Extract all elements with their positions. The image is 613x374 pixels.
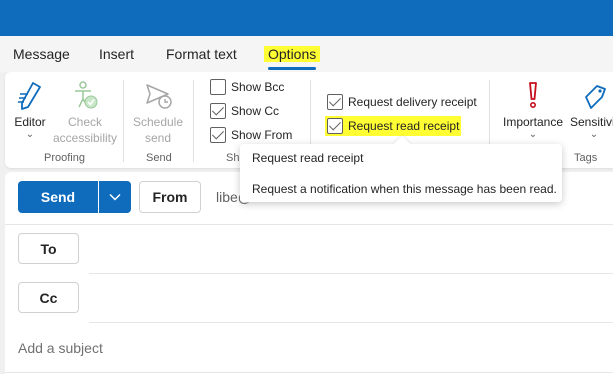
checkbox-checked	[327, 118, 343, 134]
show-from-label: Show From	[231, 128, 293, 142]
editor-icon	[18, 82, 41, 110]
check-accessibility-button[interactable]: Check accessibility	[49, 80, 121, 146]
send-options-dropdown[interactable]	[99, 181, 131, 213]
checkbox-checked	[327, 94, 343, 110]
importance-label: Importance	[502, 115, 564, 129]
schedule-send-button[interactable]: Schedule send	[129, 80, 187, 146]
group-label-show: Sh	[226, 152, 240, 164]
tooltip-description: Request a notification when this message…	[252, 182, 557, 196]
chevron-down-icon	[109, 193, 121, 201]
group-label-proofing: Proofing	[44, 152, 85, 164]
sensitivity-tag-icon	[585, 85, 606, 109]
group-label-send: Send	[146, 152, 172, 164]
sensitivity-label: Sensitivit	[569, 115, 613, 129]
show-cc-label: Show Cc	[231, 104, 280, 118]
to-button[interactable]: To	[18, 233, 79, 264]
divider	[5, 372, 613, 373]
subject-input[interactable]: Add a subject	[18, 340, 103, 356]
divider	[123, 80, 124, 162]
chevron-down-icon: ⌄	[528, 129, 538, 140]
tab-insert[interactable]: Insert	[99, 46, 134, 62]
tooltip-title: Request read receipt	[252, 151, 364, 165]
read-receipt-label: Request read receipt	[348, 119, 460, 133]
send-button[interactable]: Send	[18, 181, 98, 213]
editor-button[interactable]: Editor ⌄	[13, 80, 47, 140]
checkbox-checked	[210, 103, 226, 119]
tab-options[interactable]: Options	[264, 46, 321, 62]
active-tab-indicator	[268, 67, 316, 70]
delivery-receipt-checkbox[interactable]: Request delivery receipt	[327, 92, 477, 112]
schedule-send-label-2: send	[144, 131, 172, 145]
exclamation-icon	[529, 82, 537, 108]
schedule-send-label-1: Schedule	[132, 115, 184, 129]
show-bcc-label: Show Bcc	[231, 80, 285, 94]
check-accessibility-label-1: Check	[67, 115, 102, 129]
cc-button[interactable]: Cc	[18, 282, 79, 313]
ribbon-tabs: Message Insert Format text Options	[0, 36, 613, 72]
schedule-send-icon	[146, 84, 172, 109]
checkbox-unchecked	[210, 79, 226, 95]
chevron-down-icon: ⌄	[589, 129, 599, 140]
divider	[5, 224, 613, 225]
tab-format-text[interactable]: Format text	[166, 46, 237, 62]
compose-pane: Send From libe@ To Cc Add a subject	[5, 172, 613, 374]
read-receipt-tooltip: Request read receipt Request a notificat…	[240, 144, 562, 202]
sensitivity-button[interactable]: Sensitivit ⌄	[566, 80, 613, 140]
chevron-down-icon: ⌄	[25, 129, 35, 140]
cc-field-underline	[89, 322, 613, 323]
to-field-underline	[89, 273, 613, 274]
importance-button[interactable]: Importance ⌄	[501, 80, 565, 140]
read-receipt-checkbox[interactable]: Request read receipt	[325, 116, 462, 136]
divider	[193, 80, 194, 162]
checkbox-checked	[210, 127, 226, 143]
accessibility-icon	[75, 81, 98, 109]
show-from-checkbox[interactable]: Show From	[210, 125, 292, 145]
title-bar	[0, 0, 613, 36]
check-accessibility-label-2: accessibility	[52, 131, 118, 145]
show-bcc-checkbox[interactable]: Show Bcc	[210, 77, 284, 97]
group-label-tags: Tags	[574, 152, 598, 164]
show-cc-checkbox[interactable]: Show Cc	[210, 101, 279, 121]
editor-label: Editor	[14, 115, 46, 129]
delivery-receipt-label: Request delivery receipt	[348, 95, 477, 109]
tab-message[interactable]: Message	[13, 46, 70, 62]
from-button[interactable]: From	[139, 181, 201, 213]
